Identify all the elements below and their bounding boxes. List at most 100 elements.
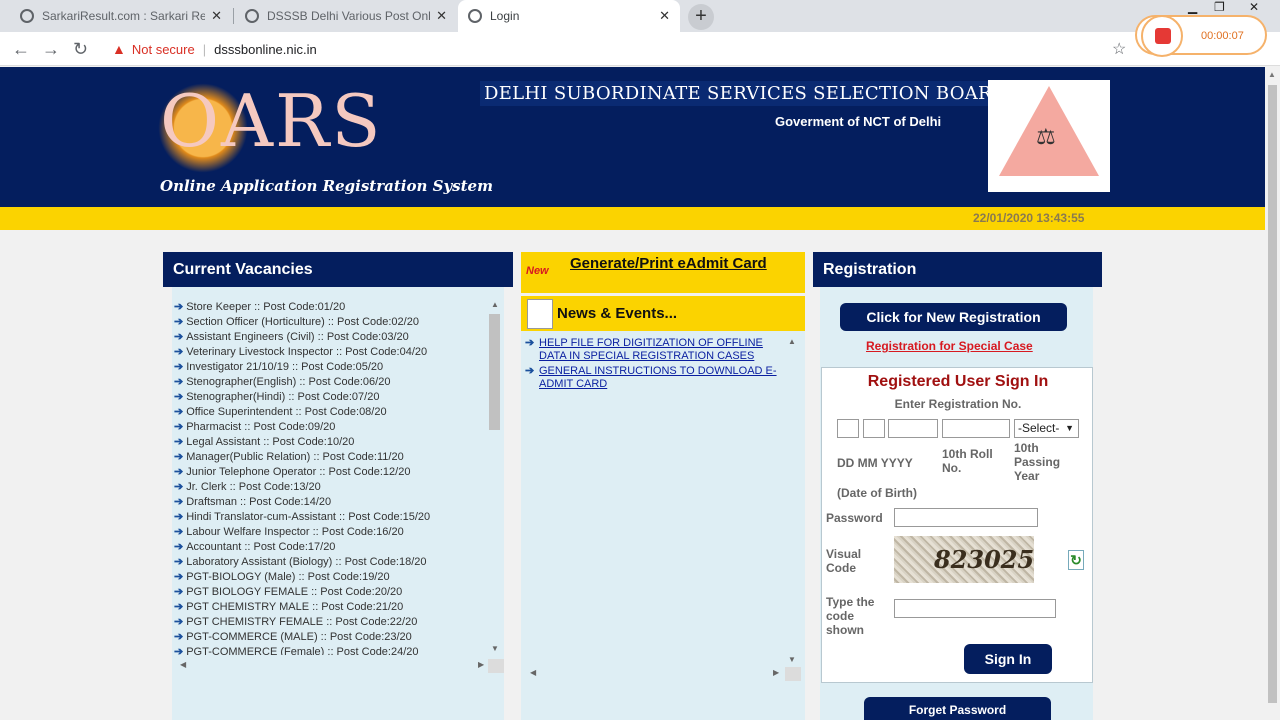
- password-input[interactable]: [894, 508, 1038, 527]
- address-bar[interactable]: ▲ Not secure | dsssbonline.nic.in: [102, 35, 1142, 63]
- tab-login[interactable]: Login ✕: [458, 0, 680, 32]
- scroll-left-icon[interactable]: ◀: [180, 660, 186, 669]
- vacancy-link[interactable]: PGT-BIOLOGY (Male) :: Post Code:19/20: [186, 571, 389, 583]
- scroll-down-icon[interactable]: ▼: [491, 644, 499, 653]
- vacancy-link[interactable]: PGT-COMMERCE (Female) :: Post Code:24/20: [186, 646, 418, 655]
- roll-no-input[interactable]: [942, 419, 1010, 438]
- vacancy-item[interactable]: ➔ Legal Assistant :: Post Code:10/20: [174, 435, 486, 450]
- vacancy-link[interactable]: PGT BIOLOGY FEMALE :: Post Code:20/20: [186, 586, 402, 598]
- arrow-icon: ➔: [174, 631, 184, 643]
- dob-year-input[interactable]: [888, 419, 938, 438]
- vacancy-item[interactable]: ➔ Office Superintendent :: Post Code:08/2…: [174, 405, 486, 420]
- screen-recorder-widget[interactable]: 00:00:07: [1135, 15, 1267, 57]
- scrollbar-thumb[interactable]: [489, 314, 500, 430]
- vacancy-link[interactable]: Stenographer(Hindi) :: Post Code:07/20: [186, 391, 379, 403]
- vacancy-item[interactable]: ➔ Assistant Engineers (Civil) :: Post Cod…: [174, 330, 486, 345]
- forward-arrow-icon[interactable]: →: [42, 39, 60, 60]
- signin-button[interactable]: Sign In: [964, 644, 1052, 674]
- passing-year-select[interactable]: -Select- ▼: [1014, 419, 1079, 438]
- vacancy-link[interactable]: Office Superintendent :: Post Code:08/20: [186, 406, 386, 418]
- tab-dsssb[interactable]: DSSSB Delhi Various Post Online ✕: [235, 0, 457, 32]
- back-arrow-icon[interactable]: ←: [12, 39, 30, 60]
- minimize-icon[interactable]: ▁: [1188, 0, 1197, 14]
- vacancy-item[interactable]: ➔ Labour Welfare Inspector :: Post Code:1…: [174, 525, 486, 540]
- vacancy-item[interactable]: ➔ PGT-BIOLOGY (Male) :: Post Code:19/20: [174, 570, 486, 585]
- vacancy-link[interactable]: Veterinary Livestock Inspector :: Post C…: [186, 346, 427, 358]
- news-link[interactable]: GENERAL INSTRUCTIONS TO DOWNLOAD E-ADMIT…: [539, 365, 785, 391]
- vacancy-link[interactable]: Legal Assistant :: Post Code:10/20: [186, 436, 354, 448]
- page-scrollbar[interactable]: ▲: [1265, 67, 1280, 720]
- vacancy-link[interactable]: Laboratory Assistant (Biology) :: Post C…: [186, 556, 426, 568]
- dob-day-input[interactable]: [837, 419, 859, 438]
- vacancy-item[interactable]: ➔ Manager(Public Relation) :: Post Code:1…: [174, 450, 486, 465]
- restore-icon[interactable]: ❐: [1214, 0, 1225, 14]
- vacancy-item[interactable]: ➔ Hindi Translator-cum-Assistant :: Post …: [174, 510, 486, 525]
- bookmark-star-icon[interactable]: ☆: [1112, 39, 1126, 59]
- vacancy-item[interactable]: ➔ PGT CHEMISTRY MALE :: Post Code:21/20: [174, 600, 486, 615]
- scroll-up-icon[interactable]: ▲: [491, 300, 499, 309]
- vacancy-link[interactable]: Junior Telephone Operator :: Post Code:1…: [186, 466, 410, 478]
- tab-sarkariresult[interactable]: SarkariResult.com : Sarkari Result ✕: [10, 0, 232, 32]
- forgot-password-button[interactable]: Forget Password: [864, 697, 1051, 720]
- vacancy-item[interactable]: ➔ Stenographer(Hindi) :: Post Code:07/20: [174, 390, 486, 405]
- window-close-icon[interactable]: ✕: [1249, 0, 1259, 14]
- scroll-right-icon[interactable]: ▶: [773, 668, 779, 677]
- vacancy-item[interactable]: ➔ PGT-COMMERCE (Female) :: Post Code:24/2…: [174, 645, 486, 655]
- scroll-up-icon[interactable]: ▲: [1268, 70, 1276, 79]
- eadmit-card-banner[interactable]: New Generate/Print eAdmit Card: [521, 252, 805, 293]
- vacancy-link[interactable]: Section Officer (Horticulture) :: Post C…: [186, 316, 419, 328]
- news-link[interactable]: HELP FILE FOR DIGITIZATION OF OFFLINE DA…: [539, 337, 785, 363]
- vacancy-item[interactable]: ➔ Junior Telephone Operator :: Post Code:…: [174, 465, 486, 480]
- url-text[interactable]: dsssbonline.nic.in: [214, 42, 317, 57]
- vacancy-link[interactable]: Assistant Engineers (Civil) :: Post Code…: [186, 331, 409, 343]
- new-tab-button[interactable]: +: [688, 4, 714, 30]
- vacancies-scrollbar[interactable]: ▲ ▼: [488, 300, 500, 656]
- vacancy-item[interactable]: ➔ Draftsman :: Post Code:14/20: [174, 495, 486, 510]
- news-h-scrollbar[interactable]: ◀ ▶: [525, 667, 801, 681]
- vacancy-link[interactable]: Jr. Clerk :: Post Code:13/20: [186, 481, 321, 493]
- eadmit-card-link[interactable]: Generate/Print eAdmit Card: [570, 255, 800, 272]
- scroll-up-icon[interactable]: ▲: [788, 337, 796, 346]
- refresh-icon[interactable]: ↻: [1068, 550, 1084, 570]
- stop-recording-button[interactable]: [1141, 15, 1183, 57]
- scroll-right-icon[interactable]: ▶: [478, 660, 484, 669]
- vacancy-link[interactable]: Manager(Public Relation) :: Post Code:11…: [186, 451, 403, 463]
- vacancy-link[interactable]: Investigator 21/10/19 :: Post Code:05/20: [186, 361, 383, 373]
- close-icon[interactable]: ✕: [211, 8, 222, 24]
- vacancies-h-scrollbar[interactable]: ◀ ▶: [176, 659, 504, 673]
- vacancy-link[interactable]: Accountant :: Post Code:17/20: [186, 541, 335, 553]
- security-label[interactable]: Not secure: [132, 42, 195, 57]
- close-icon[interactable]: ✕: [659, 8, 670, 24]
- close-icon[interactable]: ✕: [436, 8, 447, 24]
- scrollbar-thumb[interactable]: [1268, 85, 1277, 703]
- vacancy-link[interactable]: PGT-COMMERCE (MALE) :: Post Code:23/20: [186, 631, 412, 643]
- vacancy-link[interactable]: Store Keeper :: Post Code:01/20: [186, 301, 345, 313]
- reload-icon[interactable]: ↻: [73, 39, 88, 60]
- vacancy-item[interactable]: ➔ PGT-COMMERCE (MALE) :: Post Code:23/20: [174, 630, 486, 645]
- vacancy-item[interactable]: ➔ Section Officer (Horticulture) :: Post …: [174, 315, 486, 330]
- vacancy-item[interactable]: ➔ Accountant :: Post Code:17/20: [174, 540, 486, 555]
- vacancy-item[interactable]: ➔ Pharmacist :: Post Code:09/20: [174, 420, 486, 435]
- new-registration-button[interactable]: Click for New Registration: [840, 303, 1067, 331]
- news-scrollbar[interactable]: ▲ ▼: [786, 337, 798, 667]
- vacancy-link[interactable]: Labour Welfare Inspector :: Post Code:16…: [186, 526, 403, 538]
- vacancy-item[interactable]: ➔ Laboratory Assistant (Biology) :: Post …: [174, 555, 486, 570]
- vacancy-item[interactable]: ➔ Jr. Clerk :: Post Code:13/20: [174, 480, 486, 495]
- special-case-link[interactable]: Registration for Special Case: [866, 339, 1033, 353]
- vacancy-item[interactable]: ➔ PGT CHEMISTRY FEMALE :: Post Code:22/20: [174, 615, 486, 630]
- vacancy-item[interactable]: ➔ Veterinary Livestock Inspector :: Post …: [174, 345, 486, 360]
- vacancy-item[interactable]: ➔ Store Keeper :: Post Code:01/20: [174, 300, 486, 315]
- vacancy-link[interactable]: Draftsman :: Post Code:14/20: [186, 496, 331, 508]
- scroll-left-icon[interactable]: ◀: [530, 668, 536, 677]
- dob-month-input[interactable]: [863, 419, 885, 438]
- vacancy-item[interactable]: ➔ Investigator 21/10/19 :: Post Code:05/2…: [174, 360, 486, 375]
- vacancy-link[interactable]: Pharmacist :: Post Code:09/20: [186, 421, 335, 433]
- vacancy-item[interactable]: ➔ PGT BIOLOGY FEMALE :: Post Code:20/20: [174, 585, 486, 600]
- scroll-down-icon[interactable]: ▼: [788, 655, 796, 664]
- vacancy-link[interactable]: Stenographer(English) :: Post Code:06/20: [186, 376, 390, 388]
- vacancy-link[interactable]: Hindi Translator-cum-Assistant :: Post C…: [186, 511, 430, 523]
- captcha-input[interactable]: [894, 599, 1056, 618]
- vacancy-item[interactable]: ➔ Stenographer(English) :: Post Code:06/2…: [174, 375, 486, 390]
- vacancy-link[interactable]: PGT CHEMISTRY MALE :: Post Code:21/20: [186, 601, 403, 613]
- vacancy-link[interactable]: PGT CHEMISTRY FEMALE :: Post Code:22/20: [186, 616, 417, 628]
